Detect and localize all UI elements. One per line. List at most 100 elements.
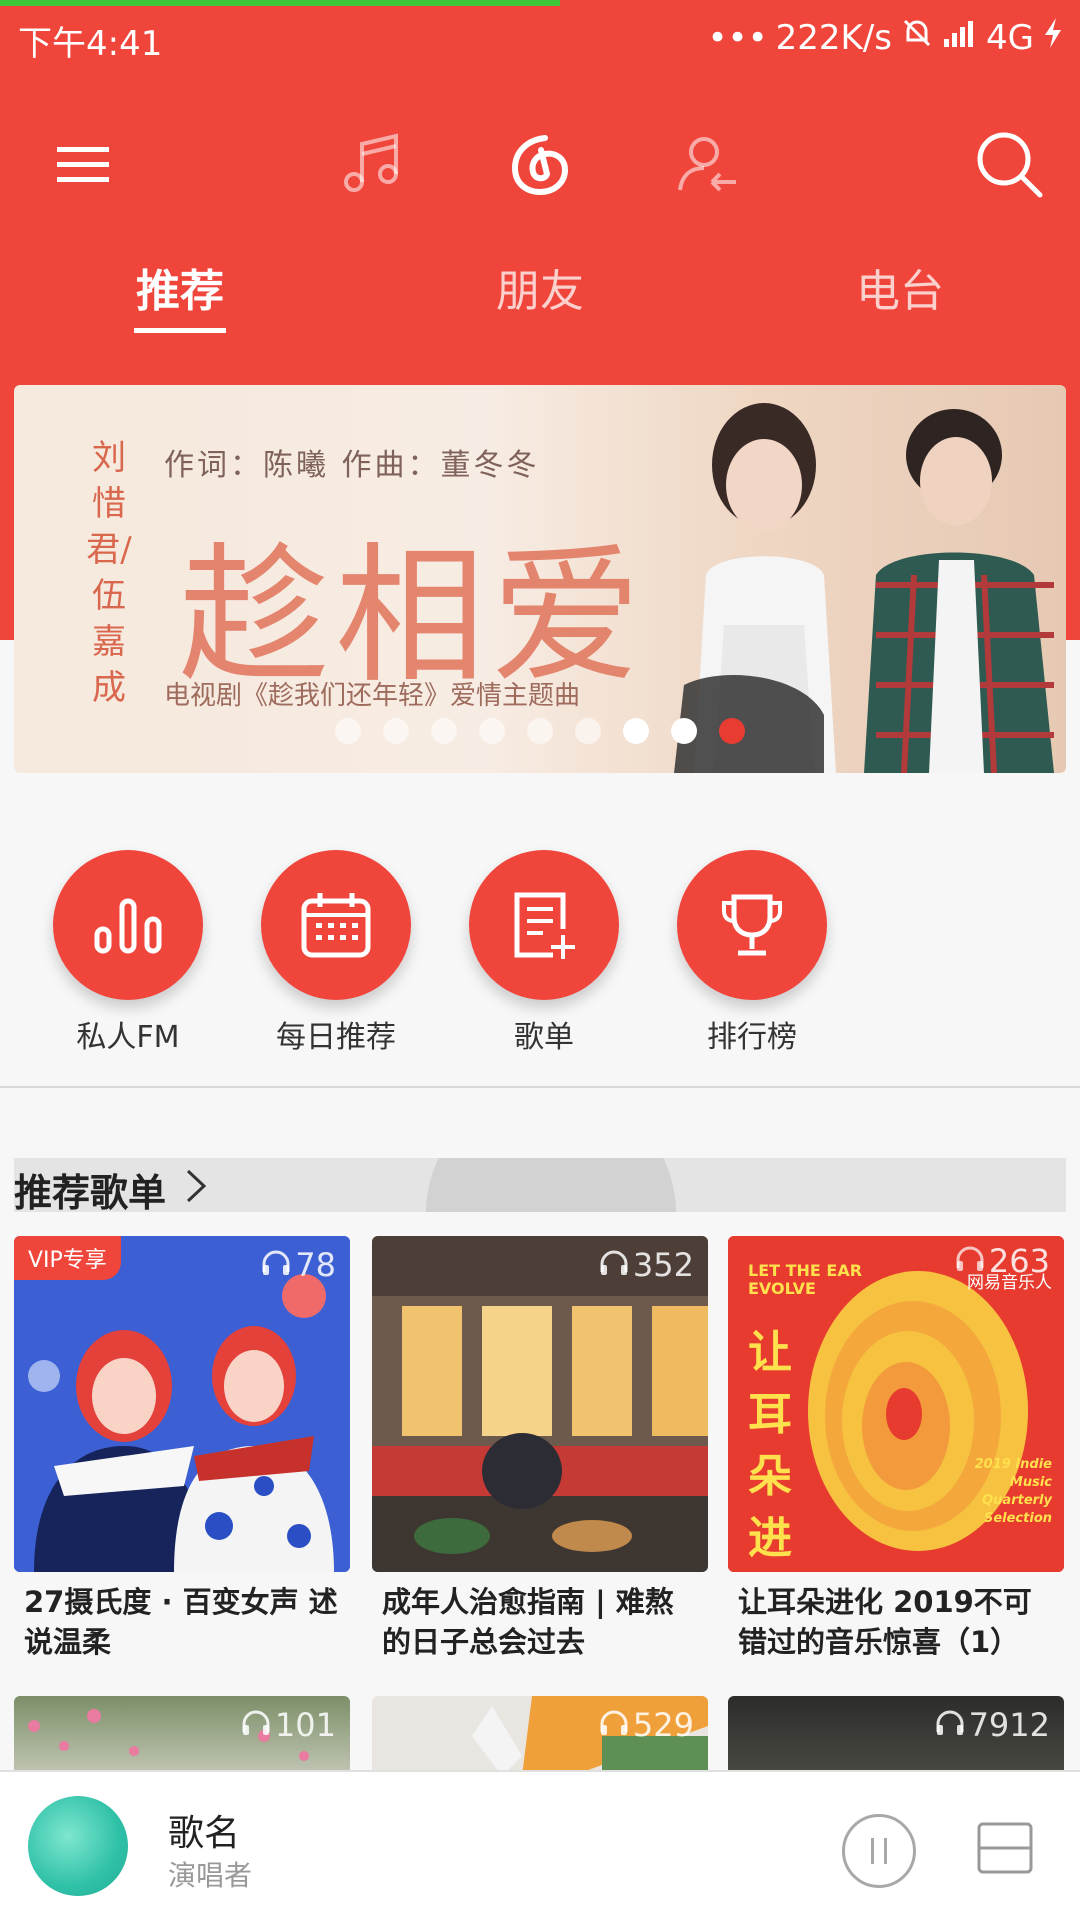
play-count-value: 101 xyxy=(274,1706,336,1744)
banner-dot xyxy=(383,718,409,744)
music-icon[interactable] xyxy=(318,110,428,220)
quick-action-playlist-label: 歌单 xyxy=(514,1020,574,1055)
play-count: 352 xyxy=(599,1246,694,1284)
playlist-cover: 7912 xyxy=(728,1696,1064,1776)
mini-player[interactable]: 歌名 演唱者 xyxy=(0,1770,1080,1920)
playlist-card[interactable]: 7912 xyxy=(728,1696,1064,1776)
more-dots-icon: ••• xyxy=(707,17,768,58)
banner-artist-names: 刘惜君/伍嘉成 xyxy=(86,438,132,708)
calendar-icon xyxy=(261,850,411,1000)
net-speed: 222K/s xyxy=(775,17,893,58)
quick-action-charts[interactable]: 排行榜 xyxy=(642,850,862,1056)
cover-side-text: 2019 Indie Music Quarterly Selection xyxy=(974,1457,1052,1526)
banner-dot xyxy=(431,718,457,744)
playlist-card[interactable]: 352 成年人治愈指南 | 难熬的日子总会过去 xyxy=(372,1236,708,1662)
tab-friends-label: 朋友 xyxy=(496,266,584,317)
cover-top-text: LET THE EAR EVOLVE xyxy=(748,1261,863,1298)
quick-actions: 私人FM 每日推荐 歌单 排行榜 xyxy=(0,850,1080,1055)
network-type: 4G xyxy=(986,17,1034,58)
tab-friends[interactable]: 朋友 xyxy=(440,255,640,319)
banner-dot xyxy=(575,718,601,744)
quick-action-daily-label: 每日推荐 xyxy=(276,1020,396,1055)
banner-dot xyxy=(623,718,649,744)
signal-icon xyxy=(942,18,978,58)
player-artist: 演唱者 xyxy=(168,1859,253,1892)
netease-logo-icon[interactable] xyxy=(485,110,595,220)
pause-bar xyxy=(884,1838,887,1864)
play-count-value: 78 xyxy=(295,1246,336,1284)
play-count-value: 529 xyxy=(632,1706,694,1744)
recommended-playlists-header[interactable]: 推荐歌单 xyxy=(14,1158,1066,1212)
user-switch-icon[interactable] xyxy=(652,110,762,220)
playlist-cover: 101 xyxy=(14,1696,350,1776)
banner-dot xyxy=(527,718,553,744)
section-divider xyxy=(0,1086,1080,1088)
playlist-cover: 352 xyxy=(372,1236,708,1572)
status-bar: 下午4:41 ••• 222K/s 4G xyxy=(0,8,1080,68)
player-song-title: 歌名 xyxy=(168,1813,241,1854)
banner-indicator xyxy=(0,718,1080,748)
top-toolbar xyxy=(0,110,1080,220)
playlist-cover: VIP专享 78 xyxy=(14,1236,350,1572)
tab-active-underline xyxy=(134,328,226,333)
quick-action-daily[interactable]: 每日推荐 xyxy=(226,850,446,1056)
banner-dot xyxy=(479,718,505,744)
playlist-add-icon xyxy=(469,850,619,1000)
playlist-name: 27摄氏度 · 百变女声 述说温柔 xyxy=(24,1585,338,1659)
menu-icon[interactable] xyxy=(28,110,138,220)
tab-radio-label: 电台 xyxy=(856,266,944,317)
headphones-icon xyxy=(955,1242,985,1280)
playlist-cover-art xyxy=(14,1236,350,1572)
promo-banner[interactable]: 刘惜君/伍嘉成 作词：陈曦 作曲：董冬冬 趁相爱 电视剧《趁我们还年轻》爱情主题… xyxy=(14,385,1066,773)
play-count: 7912 xyxy=(935,1706,1050,1744)
banner-artists-image xyxy=(674,403,1054,773)
pause-button[interactable] xyxy=(842,1814,916,1888)
pause-bar xyxy=(871,1838,874,1864)
quick-action-fm[interactable]: 私人FM xyxy=(18,850,238,1056)
status-time: 下午4:41 xyxy=(18,24,163,64)
quick-action-playlist[interactable]: 歌单 xyxy=(434,850,654,1056)
radio-bars-icon xyxy=(53,850,203,1000)
cover-big-text: 让耳朵进化 xyxy=(748,1327,830,1564)
charging-icon xyxy=(1042,17,1064,58)
playlist-card[interactable]: 101 xyxy=(14,1696,350,1776)
banner-credits: 作词：陈曦 作曲：董冬冬 xyxy=(164,448,540,483)
playlist-card[interactable]: LET THE EAR EVOLVE 让耳朵进化 2019 Indie Musi… xyxy=(728,1236,1064,1662)
playlist-card[interactable]: 529 xyxy=(372,1696,708,1776)
headphones-icon xyxy=(935,1706,965,1744)
tab-recommend[interactable]: 推荐 xyxy=(80,255,280,333)
playlist-name: 成年人治愈指南 | 难熬的日子总会过去 xyxy=(382,1585,674,1659)
status-right: ••• 222K/s 4G xyxy=(707,16,1064,59)
touch-ripple xyxy=(426,1158,676,1212)
trophy-icon xyxy=(677,850,827,1000)
playlist-card[interactable]: VIP专享 78 27摄氏度 · 百变女声 述说温柔 xyxy=(14,1236,350,1662)
vip-badge: VIP专享 xyxy=(14,1236,121,1280)
headphones-icon xyxy=(599,1246,629,1284)
playlist-cover-art xyxy=(372,1236,708,1572)
section-title: 推荐歌单 xyxy=(14,1171,167,1212)
play-count-value: 7912 xyxy=(968,1706,1050,1744)
banner-dot xyxy=(335,718,361,744)
playlist-name: 让耳朵进化 2019不可错过的音乐惊喜（1） xyxy=(738,1585,1032,1659)
tab-radio[interactable]: 电台 xyxy=(800,255,1000,319)
loading-progress-line xyxy=(0,0,560,6)
quick-action-charts-label: 排行榜 xyxy=(707,1020,797,1055)
playlist-queue-icon[interactable] xyxy=(975,1818,1035,1878)
search-icon[interactable] xyxy=(955,110,1065,220)
banner-dot xyxy=(671,718,697,744)
banner-dot-active xyxy=(719,718,745,744)
play-count-value: 352 xyxy=(632,1246,694,1284)
playlist-cover: 529 xyxy=(372,1696,708,1776)
play-count: 263 xyxy=(955,1242,1050,1280)
album-art[interactable] xyxy=(28,1796,128,1896)
headphones-icon xyxy=(241,1706,271,1744)
headphones-icon xyxy=(599,1706,629,1744)
mute-bell-icon xyxy=(900,16,934,59)
headphones-icon xyxy=(261,1246,291,1284)
playlist-cover: LET THE EAR EVOLVE 让耳朵进化 2019 Indie Musi… xyxy=(728,1236,1064,1572)
tab-recommend-label: 推荐 xyxy=(136,266,224,317)
play-count: 78 xyxy=(261,1246,336,1284)
chevron-right-icon xyxy=(184,1168,208,1208)
quick-action-fm-label: 私人FM xyxy=(76,1020,180,1055)
main-tabs: 推荐 朋友 电台 xyxy=(0,255,1080,335)
